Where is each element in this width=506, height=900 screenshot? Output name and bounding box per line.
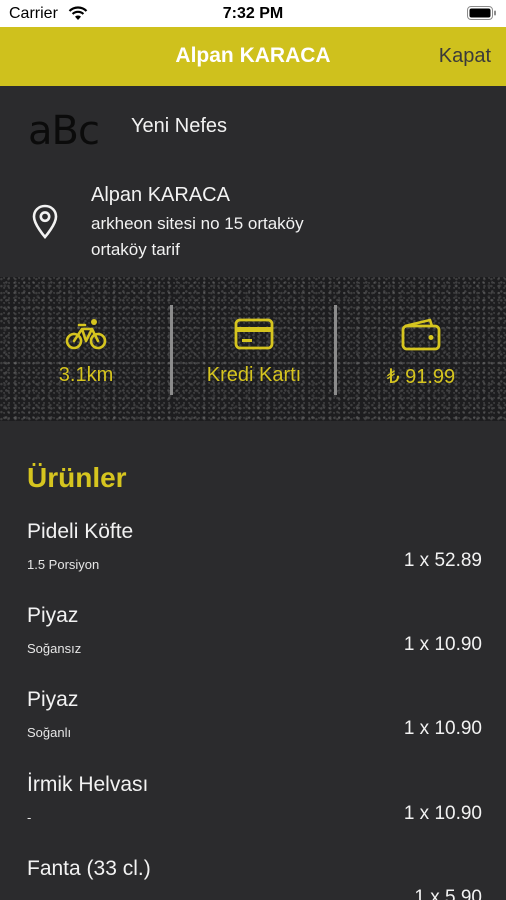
product-quantity-price: 1 x 10.90 <box>403 803 482 824</box>
address-line-2: ortaköy tarif <box>91 240 180 259</box>
status-bar: Carrier 7:32 PM <box>0 0 506 27</box>
bicycle-icon <box>0 317 172 351</box>
payment-cell: Kredi Kartı <box>172 277 336 421</box>
customer-name: Alpan KARACA <box>91 184 230 206</box>
product-name: Piyaz <box>27 688 79 711</box>
restaurant-row: aBc Yeni Nefes <box>0 86 506 172</box>
product-note: - <box>27 810 32 825</box>
total-cell: ₺ 91.99 <box>336 277 506 421</box>
address-row: Alpan KARACA arkheon sitesi no 15 ortakö… <box>0 172 506 276</box>
distance-cell: 3.1km <box>0 277 172 421</box>
restaurant-logo-text: aBc <box>28 108 100 154</box>
distance-value: 3.1km <box>58 364 114 386</box>
product-item[interactable]: İrmik Helvası - 1 x 10.90 <box>0 773 506 857</box>
product-quantity-price: 1 x 10.90 <box>403 634 482 655</box>
product-item[interactable]: Piyaz Soğanlı 1 x 10.90 <box>0 688 506 772</box>
product-note: 1.5 Porsiyon <box>27 557 100 572</box>
location-pin-icon <box>32 204 58 245</box>
product-quantity-price: 1 x 10.90 <box>403 718 482 739</box>
address-line-1: arkheon sitesi no 15 ortaköy <box>91 214 304 233</box>
product-note: Soğanlı <box>27 725 72 740</box>
restaurant-name: Yeni Nefes <box>131 115 227 137</box>
restaurant-logo: aBc <box>28 108 106 154</box>
product-item[interactable]: Fanta (33 cl.) 1 x 5.90 <box>0 857 506 900</box>
order-info-strip: 3.1km Kredi Kartı ₺ 91.99 <box>0 277 506 421</box>
product-item[interactable]: Piyaz Soğansız 1 x 10.90 <box>0 604 506 688</box>
product-name: İrmik Helvası <box>27 773 149 796</box>
close-button[interactable]: Kapat <box>439 45 491 68</box>
product-name: Fanta (33 cl.) <box>27 857 151 880</box>
product-name: Pideli Köfte <box>27 520 134 543</box>
products-heading: Ürünler <box>27 462 127 493</box>
battery-icon <box>467 6 497 25</box>
credit-card-icon <box>172 317 336 351</box>
product-item[interactable]: Pideli Köfte 1.5 Porsiyon 1 x 52.89 <box>0 520 506 604</box>
product-name: Piyaz <box>27 604 79 627</box>
wallet-icon <box>336 317 506 351</box>
product-quantity-price: 1 x 52.89 <box>403 550 482 571</box>
clock-label: 7:32 PM <box>222 5 284 22</box>
product-quantity-price: 1 x 5.90 <box>414 887 482 900</box>
nav-title: Alpan KARACA <box>175 44 331 67</box>
navigation-bar: Alpan KARACA Kapat <box>0 27 506 86</box>
payment-method: Kredi Kartı <box>206 364 302 386</box>
product-note: Soğansız <box>27 641 82 656</box>
order-total: ₺ 91.99 <box>386 366 456 388</box>
